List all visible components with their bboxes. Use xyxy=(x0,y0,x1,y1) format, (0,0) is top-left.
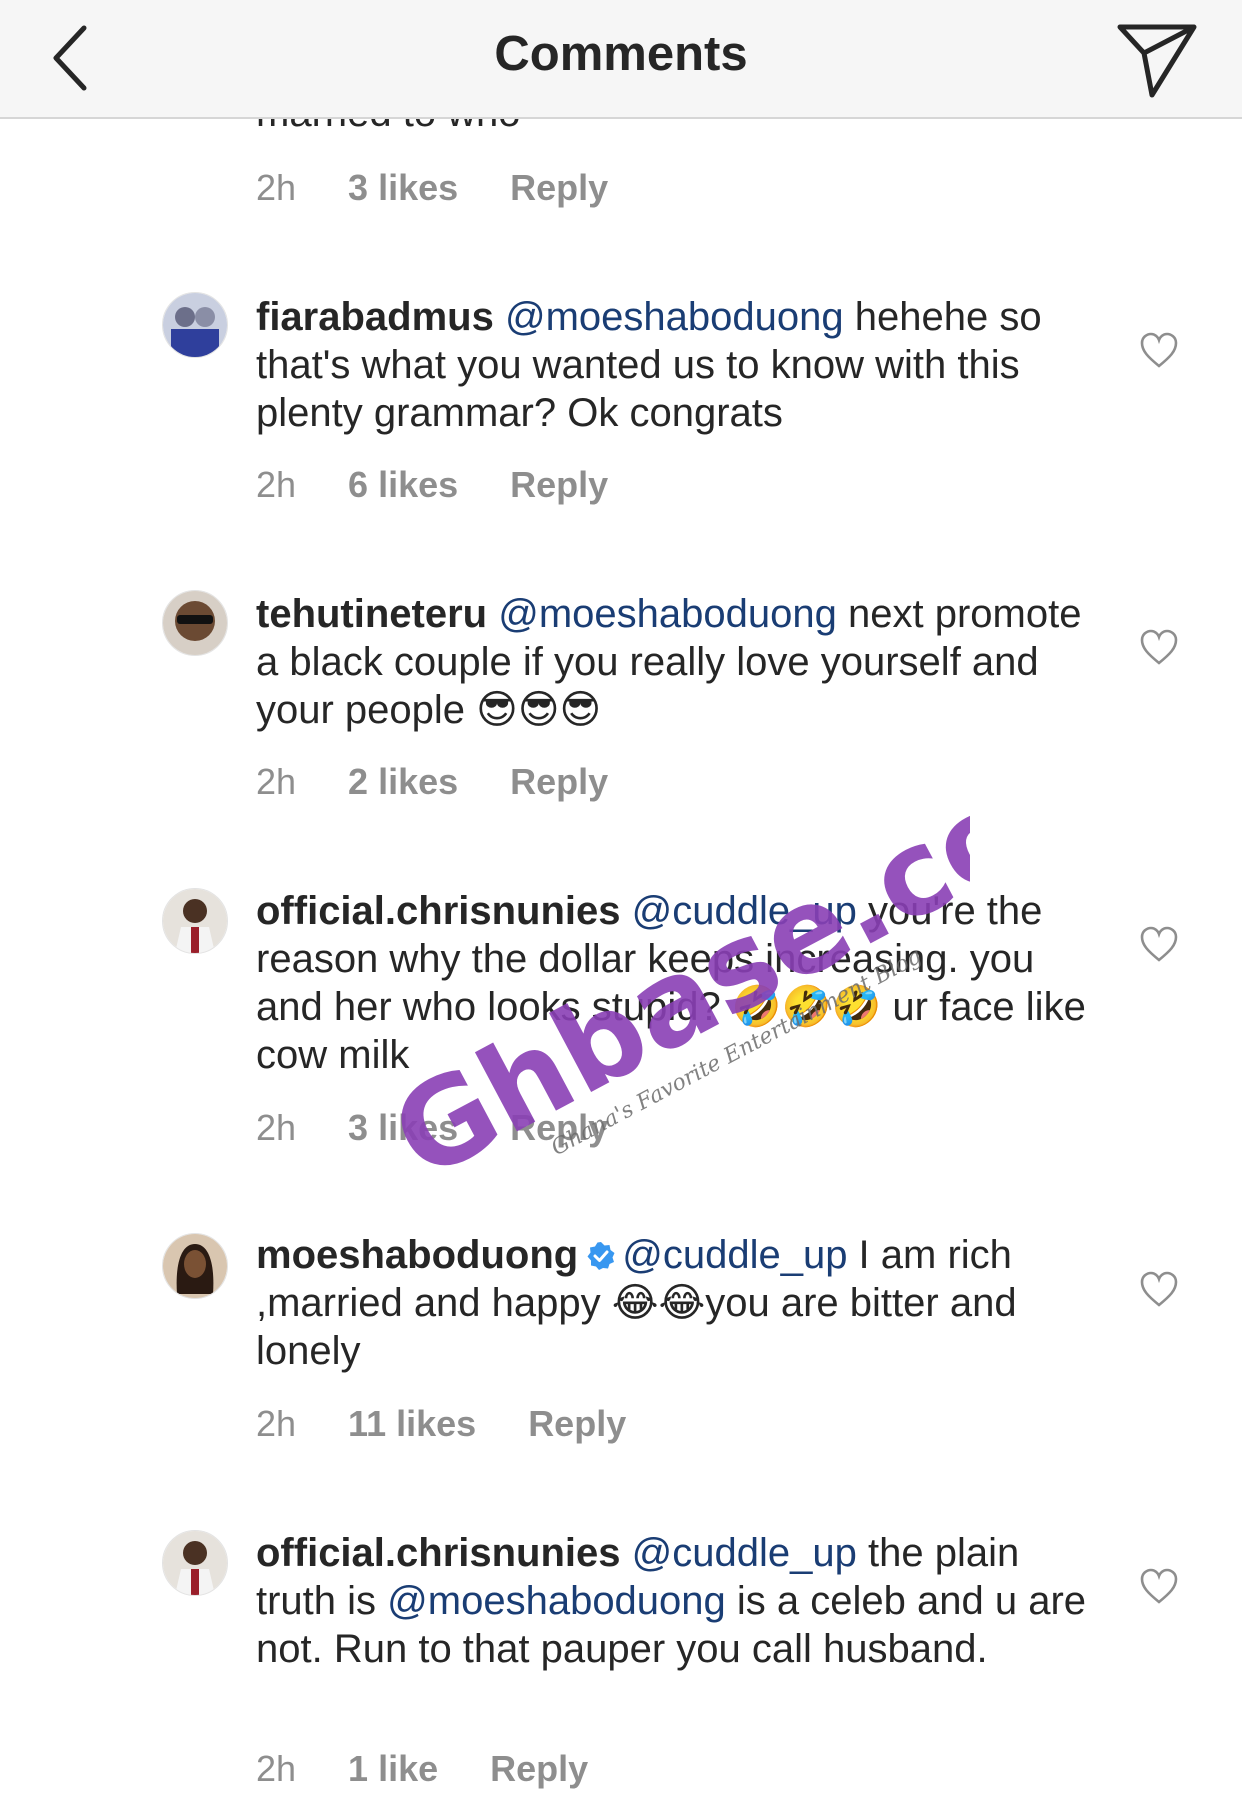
mention-link[interactable]: @cuddle_up xyxy=(632,1531,857,1575)
comment-time: 2h xyxy=(256,761,297,802)
avatar-image xyxy=(163,591,227,655)
comments-list[interactable]: married to who 2h 3 likes Reply fiarabad… xyxy=(0,0,1242,1819)
emoji-tears-of-joy: 😂😂 xyxy=(611,1280,706,1326)
comment-username[interactable]: moeshaboduong xyxy=(256,1233,578,1277)
comment-likes[interactable]: 3 likes xyxy=(348,167,458,209)
comment-time: 2h xyxy=(256,1403,297,1444)
reply-button[interactable]: Reply xyxy=(528,1403,626,1445)
top-bar: Comments xyxy=(0,0,1242,119)
avatar[interactable] xyxy=(162,292,228,358)
comment-meta: 2h 11 likes Reply xyxy=(256,1403,626,1445)
comment-meta: 2h 3 likes Reply xyxy=(256,167,608,209)
comment-text: moeshaboduong @cuddle_up I am rich ,marri… xyxy=(256,1231,1096,1375)
comment-likes[interactable]: 1 like xyxy=(348,1748,438,1790)
comment-likes[interactable]: 2 likes xyxy=(348,761,458,803)
comment-likes[interactable]: 3 likes xyxy=(348,1107,458,1149)
reply-button[interactable]: Reply xyxy=(490,1748,588,1790)
heart-outline-icon[interactable] xyxy=(1138,1566,1180,1606)
share-button[interactable] xyxy=(1112,15,1202,105)
mention-link[interactable]: @moeshaboduong xyxy=(505,295,844,339)
comment-text: fiarabadmus @moeshaboduong hehehe so tha… xyxy=(256,293,1096,437)
heart-outline-icon[interactable] xyxy=(1138,1269,1180,1309)
avatar[interactable] xyxy=(162,1530,228,1596)
reply-button[interactable]: Reply xyxy=(510,167,608,209)
avatar[interactable] xyxy=(162,590,228,656)
reply-button[interactable]: Reply xyxy=(510,464,608,506)
comment-meta: 2h 1 like Reply xyxy=(256,1748,588,1790)
avatar[interactable] xyxy=(162,888,228,954)
avatar-image xyxy=(163,1531,227,1595)
avatar[interactable] xyxy=(162,1233,228,1299)
comment-time: 2h xyxy=(256,464,297,505)
comment-text: official.chrisnunies @cuddle_up you're t… xyxy=(256,887,1096,1079)
reply-button[interactable]: Reply xyxy=(510,1107,608,1149)
comment-username[interactable]: tehutineteru xyxy=(256,592,487,636)
avatar-image xyxy=(163,889,227,953)
emoji-rofl: 🤣🤣🤣 xyxy=(731,984,882,1030)
mention-link[interactable]: @cuddle_up xyxy=(622,1233,847,1277)
reply-button[interactable]: Reply xyxy=(510,761,608,803)
emoji-sunglasses: 😎😎😎 xyxy=(476,687,602,733)
send-paper-plane-icon xyxy=(1117,24,1197,98)
comment-text: tehutineteru @moeshaboduong next promote… xyxy=(256,590,1096,734)
comment-likes[interactable]: 6 likes xyxy=(348,464,458,506)
comment-meta: 2h 2 likes Reply xyxy=(256,761,608,803)
mention-link[interactable]: @moeshaboduong xyxy=(498,592,837,636)
avatar-image xyxy=(163,1234,227,1298)
heart-outline-icon[interactable] xyxy=(1138,924,1180,964)
comment-time: 2h xyxy=(256,1107,297,1148)
avatar-image xyxy=(163,293,227,357)
comment-meta: 2h 3 likes Reply xyxy=(256,1107,608,1149)
verified-badge-icon xyxy=(587,1242,615,1270)
comment-time: 2h xyxy=(256,1748,297,1789)
heart-outline-icon[interactable] xyxy=(1138,627,1180,667)
comment-likes[interactable]: 11 likes xyxy=(348,1403,476,1445)
comment-username[interactable]: fiarabadmus xyxy=(256,295,494,339)
page-title: Comments xyxy=(494,27,748,81)
heart-outline-icon[interactable] xyxy=(1138,330,1180,370)
mention-link[interactable]: @moeshaboduong xyxy=(387,1579,726,1623)
comment-text: official.chrisnunies @cuddle_up the plai… xyxy=(256,1529,1096,1673)
comment-meta: 2h 6 likes Reply xyxy=(256,464,608,506)
mention-link[interactable]: @cuddle_up xyxy=(632,889,857,933)
comment-time: 2h xyxy=(256,167,297,208)
comment-username[interactable]: official.chrisnunies xyxy=(256,889,621,933)
comment-username[interactable]: official.chrisnunies xyxy=(256,1531,621,1575)
